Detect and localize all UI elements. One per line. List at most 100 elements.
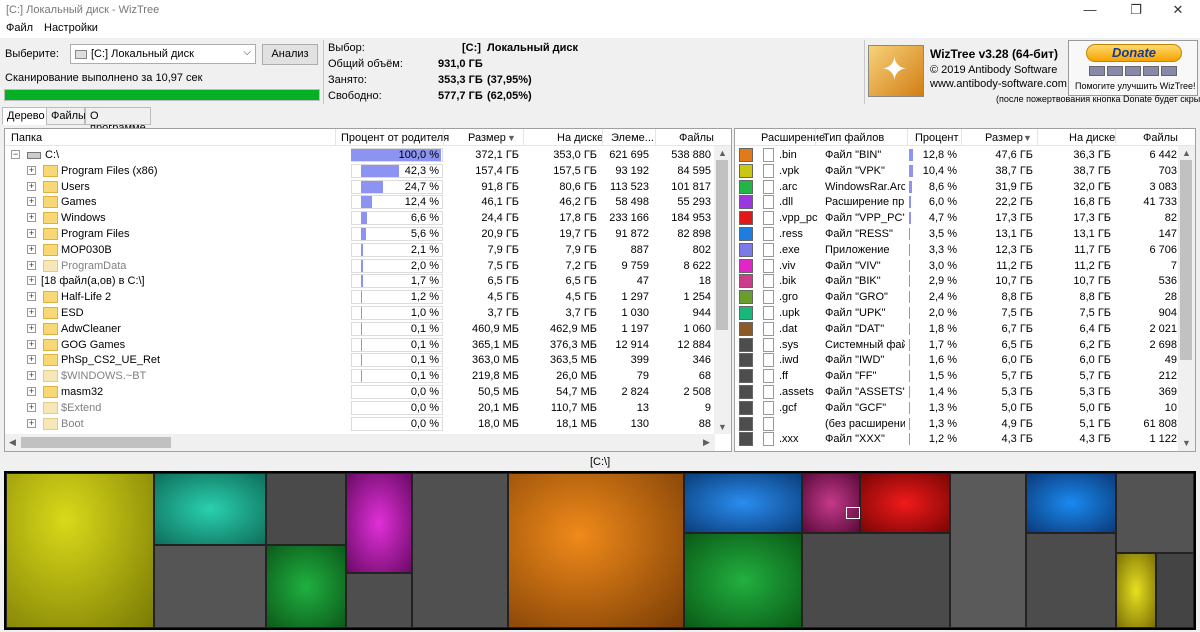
donate-button[interactable]: Donate — [1086, 44, 1182, 62]
scroll-left-icon[interactable]: ◀ — [9, 437, 16, 448]
treemap-block[interactable] — [1026, 533, 1116, 628]
treemap-block[interactable] — [346, 573, 412, 628]
menu-file[interactable]: Файл — [6, 22, 33, 34]
table-row[interactable]: .vpk Файл "VPK" 10,4 % 38,7 ГБ 38,7 ГБ 703 — [735, 163, 1195, 179]
tab-about[interactable]: О программе — [85, 107, 151, 134]
table-row[interactable]: .dat Файл "DAT" 1,8 % 6,7 ГБ 6,4 ГБ 2 021 — [735, 321, 1195, 337]
table-row[interactable]: + Windows 6,6 % 24,4 ГБ 17,8 ГБ 233 166 184 95… — [5, 210, 731, 226]
col-type-percent[interactable]: Процент — [915, 132, 959, 144]
table-row[interactable]: + Half-Life 2 1,2 % 4,5 ГБ 4,5 ГБ 1 297 1 254 — [5, 289, 731, 305]
expand-icon[interactable]: + — [27, 244, 36, 254]
expand-icon[interactable]: + — [27, 181, 36, 191]
table-row[interactable]: .upk Файл "UPK" 2,0 % 7,5 ГБ 7,5 ГБ 904 — [735, 305, 1195, 321]
expand-icon[interactable]: + — [27, 229, 36, 238]
table-row[interactable]: + Users 24,7 % 91,8 ГБ 80,6 ГБ 113 523 101 817 — [5, 179, 731, 195]
treemap-block[interactable] — [508, 473, 684, 628]
expand-icon[interactable]: + — [27, 213, 36, 223]
col-items[interactable]: Элеме... — [611, 132, 654, 144]
col-type[interactable]: Тип файлов — [823, 132, 884, 144]
col-on-disk[interactable]: На диске — [557, 132, 603, 144]
table-row[interactable]: + Boot 0,0 % 18,0 МБ 18,1 МБ 130 88 — [5, 416, 731, 432]
table-row[interactable]: + ESD 1,0 % 3,7 ГБ 3,7 ГБ 1 030 944 — [5, 305, 731, 321]
table-row[interactable]: + [18 файл(а,ов) в C:\] 1,7 % 6,5 ГБ 6,5 ГБ 4… — [5, 273, 731, 289]
expand-icon[interactable]: + — [27, 339, 36, 349]
expand-icon[interactable]: + — [27, 276, 36, 286]
expand-icon[interactable]: − — [11, 150, 20, 159]
expand-icon[interactable]: + — [27, 292, 36, 302]
table-row[interactable]: .bin Файл "BIN" 12,8 % 47,6 ГБ 36,3 ГБ 6 442 — [735, 147, 1195, 163]
table-row[interactable]: .sys Системный файл 1,7 % 6,5 ГБ 6,2 ГБ 2 698 — [735, 337, 1195, 353]
treemap[interactable] — [4, 471, 1196, 630]
menu-settings[interactable]: Настройки — [44, 22, 98, 34]
scroll-down-icon[interactable]: ▼ — [718, 422, 727, 432]
table-row[interactable]: + masm32 0,0 % 50,5 МБ 54,7 МБ 2 824 2 508 — [5, 384, 731, 400]
table-row[interactable]: + MOP030B 2,1 % 7,9 ГБ 7,9 ГБ 887 802 — [5, 242, 731, 258]
drive-select[interactable]: [C:] Локальный диск ⌵ — [70, 44, 256, 64]
close-button[interactable]: ✕ — [1156, 0, 1200, 20]
tree-hscroll-thumb[interactable] — [21, 437, 171, 448]
table-row[interactable]: .ff Файл "FF" 1,5 % 5,7 ГБ 5,7 ГБ 212 — [735, 368, 1195, 384]
treemap-block[interactable] — [412, 473, 508, 628]
col-files[interactable]: Файлы — [679, 132, 714, 144]
tree-hscrollbar[interactable]: ◀ ▶ — [5, 434, 715, 451]
table-row[interactable]: .iwd Файл "IWD" 1,6 % 6,0 ГБ 6,0 ГБ 49 — [735, 352, 1195, 368]
file-types-grid[interactable]: Расширение Тип файлов Процент Размер ▼ Н… — [734, 128, 1196, 452]
table-row[interactable]: + GOG Games 0,1 % 365,1 МБ 376,3 МБ 12 914 12 … — [5, 337, 731, 353]
expand-icon[interactable]: + — [27, 355, 36, 365]
expand-icon[interactable]: + — [27, 260, 36, 270]
table-row[interactable]: + Program Files 5,6 % 20,9 ГБ 19,7 ГБ 91 872 8… — [5, 226, 731, 242]
table-row[interactable]: .arc WindowsRar.Arch 8,6 % 31,9 ГБ 32,0 ГБ 3 … — [735, 179, 1195, 195]
table-row[interactable]: .bik Файл "BIK" 2,9 % 10,7 ГБ 10,7 ГБ 536 — [735, 273, 1195, 289]
scroll-up-icon[interactable]: ▲ — [1182, 148, 1191, 158]
expand-icon[interactable]: + — [27, 323, 36, 333]
treemap-block[interactable] — [266, 473, 346, 545]
table-row[interactable]: + $WINDOWS.~BT 0,1 % 219,8 МБ 26,0 МБ 79 68 — [5, 368, 731, 384]
treemap-block[interactable] — [1116, 473, 1194, 553]
scroll-up-icon[interactable]: ▲ — [718, 148, 727, 158]
types-vscroll-thumb[interactable] — [1180, 160, 1192, 360]
types-vscrollbar[interactable]: ▲ ▼ — [1178, 146, 1195, 451]
col-type-size[interactable]: Размер — [985, 132, 1023, 144]
expand-icon[interactable]: + — [27, 387, 36, 396]
expand-icon[interactable]: + — [27, 371, 36, 381]
col-folder[interactable]: Папка — [11, 132, 42, 144]
treemap-block[interactable] — [860, 473, 950, 533]
treemap-block[interactable] — [802, 533, 950, 628]
treemap-block[interactable] — [346, 473, 412, 573]
treemap-block[interactable] — [1156, 553, 1194, 628]
expand-icon[interactable]: + — [27, 418, 36, 428]
table-row[interactable]: .ress Файл "RESS" 3,5 % 13,1 ГБ 13,1 ГБ 147 — [735, 226, 1195, 242]
scroll-down-icon[interactable]: ▼ — [1182, 438, 1191, 448]
treemap-block[interactable] — [6, 473, 154, 628]
treemap-block[interactable] — [802, 473, 860, 533]
col-type-on-disk[interactable]: На диске — [1069, 132, 1115, 144]
treemap-block[interactable] — [1116, 553, 1156, 628]
table-row[interactable]: + Games 12,4 % 46,1 ГБ 46,2 ГБ 58 498 55 293 — [5, 194, 731, 210]
table-row[interactable]: .gcf Файл "GCF" 1,3 % 5,0 ГБ 5,0 ГБ 10 — [735, 400, 1195, 416]
col-percent[interactable]: Процент от родителя — [341, 132, 449, 144]
folder-tree-grid[interactable]: Папка Процент от родителя Размер ▼ На ди… — [4, 128, 732, 452]
treemap-block[interactable] — [684, 533, 802, 628]
table-row[interactable]: − C:\ 100,0 % 372,1 ГБ 353,0 ГБ 621 695 538 88… — [5, 147, 731, 163]
scroll-right-icon[interactable]: ▶ — [703, 437, 710, 448]
expand-icon[interactable]: + — [27, 197, 36, 207]
col-size[interactable]: Размер — [468, 132, 506, 144]
treemap-block[interactable] — [1026, 473, 1116, 533]
treemap-block[interactable] — [154, 545, 266, 628]
minimize-button[interactable]: — — [1068, 0, 1112, 20]
table-row[interactable]: .xxx Файл "XXX" 1,2 % 4,3 ГБ 4,3 ГБ 1 122 — [735, 431, 1195, 447]
maximize-button[interactable]: ❐ — [1114, 0, 1158, 20]
table-row[interactable]: .vpp_pc Файл "VPP_PC" 4,7 % 17,3 ГБ 17,3 ГБ 8… — [735, 210, 1195, 226]
tab-tree[interactable]: Дерево — [2, 107, 47, 125]
tree-vscrollbar[interactable]: ▲ ▼ — [714, 146, 731, 434]
table-row[interactable]: .exe Приложение 3,3 % 12,3 ГБ 11,7 ГБ 6 706 — [735, 242, 1195, 258]
table-row[interactable]: .dll Расширение прил 6,0 % 22,2 ГБ 16,8 ГБ 41… — [735, 194, 1195, 210]
expand-icon[interactable]: + — [27, 165, 36, 175]
analyze-button[interactable]: Анализ — [262, 44, 318, 65]
treemap-block[interactable] — [154, 473, 266, 545]
treemap-block[interactable] — [266, 545, 346, 628]
col-type-files[interactable]: Файлы — [1143, 132, 1178, 144]
tab-files[interactable]: Файлы — [46, 107, 86, 125]
table-row[interactable]: + Program Files (x86) 42,3 % 157,4 ГБ 157,5 … — [5, 163, 731, 179]
treemap-block[interactable] — [950, 473, 1026, 628]
